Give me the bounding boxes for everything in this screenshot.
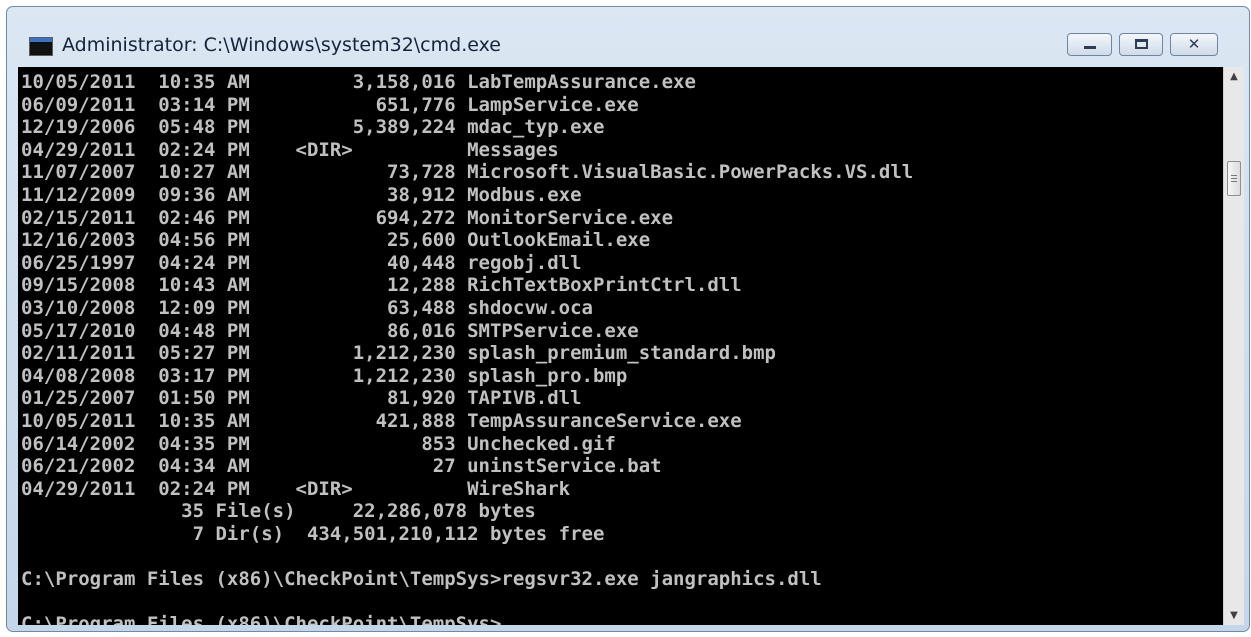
console-line: 06/09/2011 03:14 PM 651,776 LampService.… [21,93,639,116]
minimize-button[interactable] [1067,33,1112,56]
console-line: 04/29/2011 02:24 PM <DIR> WireShark [21,477,571,500]
console-line: C:\Program Files (x86)\CheckPoint\TempSy… [21,568,822,591]
console-line: 7 Dir(s) 434,501,210,112 bytes free [21,522,605,545]
thumb-grip [1231,181,1237,182]
console-line: 11/07/2007 10:27 AM 73,728 Microsoft.Vis… [21,161,914,184]
scroll-up-icon[interactable]: ▲ [1224,71,1244,82]
console-line: 06/21/2002 04:34 AM 27 uninstService.bat [21,455,662,478]
minimize-icon [1084,46,1096,49]
scrollbar-thumb[interactable] [1227,161,1241,196]
console-line: 04/08/2008 03:17 PM 1,212,230 splash_pro… [21,364,628,387]
console-line: 06/25/1997 04:24 PM 40,448 regobj.dll [21,251,582,274]
console-line: 12/19/2006 05:48 PM 5,389,224 mdac_typ.e… [21,116,605,139]
console-line: C:\Program Files (x86)\CheckPoint\TempSy… [21,613,502,625]
icon-title-bar [30,38,52,42]
console-line: 09/15/2008 10:43 AM 12,288 RichTextBoxPr… [21,274,742,297]
thumb-grip [1231,178,1237,179]
console-line: 06/14/2002 04:35 PM 853 Unchecked.gif [21,432,616,455]
console-line: 01/25/2007 01:50 PM 81,920 TAPIVB.dll [21,387,582,410]
scroll-down-icon[interactable]: ▼ [1224,610,1244,621]
console-line: 04/29/2011 02:24 PM <DIR> Messages [21,138,559,161]
console-line: 12/16/2003 04:56 PM 25,600 OutlookEmail.… [21,229,651,252]
console-line: 05/17/2010 04:48 PM 86,016 SMTPService.e… [21,319,639,342]
maximize-button[interactable] [1119,33,1163,56]
close-icon: ✕ [1187,35,1201,53]
console-line: 10/05/2011 10:35 AM 421,888 TempAssuranc… [21,409,742,432]
window-title: Administrator: C:\Windows\system32\cmd.e… [62,34,501,56]
cmd-console-icon[interactable] [29,37,53,56]
thumb-grip [1231,175,1237,176]
maximize-icon [1135,39,1148,49]
console-line: 11/12/2009 09:36 AM 38,912 Modbus.exe [21,183,582,206]
console-output[interactable]: 10/05/2011 10:35 AM 3,158,016 LabTempAss… [18,67,1223,625]
console-line: 35 File(s) 22,286,078 bytes [21,500,536,523]
console-line: 03/10/2008 12:09 PM 63,488 shdocvw.oca [21,296,593,319]
vertical-scrollbar[interactable]: ▲ ▼ [1223,67,1244,625]
console-line: 02/15/2011 02:46 PM 694,272 MonitorServi… [21,206,674,229]
console-window: Administrator: C:\Windows\system32\cmd.e… [6,6,1250,632]
title-bar[interactable]: Administrator: C:\Windows\system32\cmd.e… [7,7,1249,67]
console-text: 10/05/2011 10:35 AM 3,158,016 LabTempAss… [18,67,1223,625]
console-line: 10/05/2011 10:35 AM 3,158,016 LabTempAss… [21,71,696,93]
console-line: 02/11/2011 05:27 PM 1,212,230 splash_pre… [21,342,776,365]
close-button[interactable]: ✕ [1170,33,1218,56]
